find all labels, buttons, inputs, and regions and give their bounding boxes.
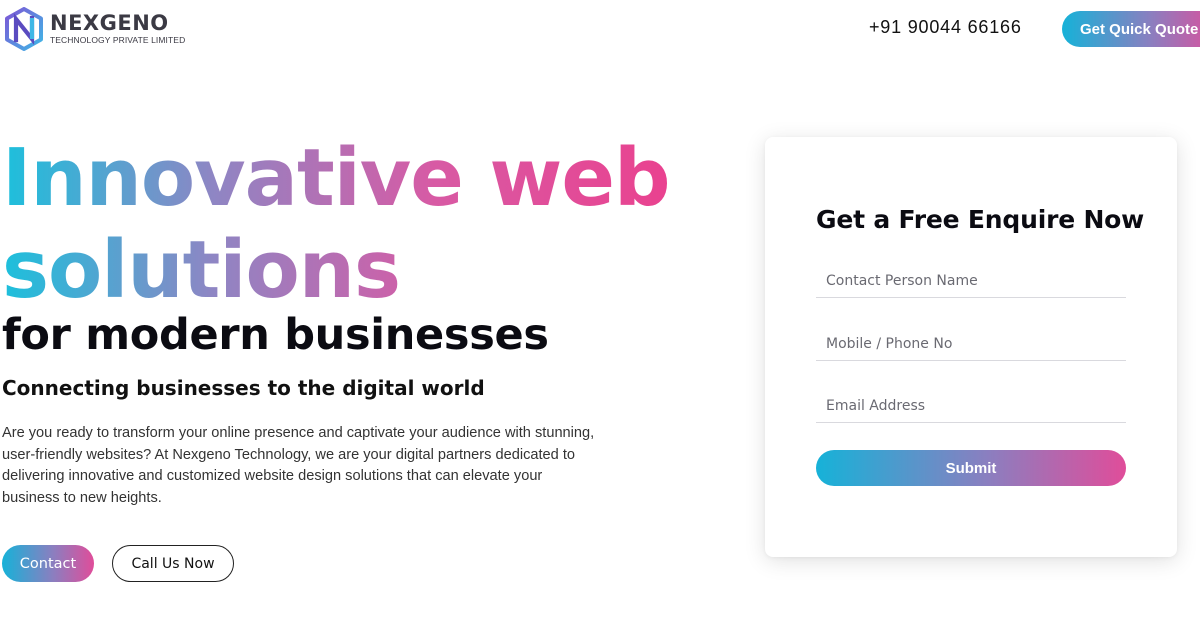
contact-button[interactable]: Contact: [2, 545, 94, 582]
phone-link[interactable]: +91 90044 66166: [869, 17, 1022, 38]
hero-title-line-2: solutions: [2, 224, 400, 316]
hero-tagline: Connecting businesses to the digital wor…: [2, 376, 485, 400]
enquiry-form-title: Get a Free Enquire Now: [816, 205, 1145, 234]
phone-input[interactable]: [816, 327, 1126, 361]
hero-title-line-1: Innovative web: [2, 132, 670, 224]
logo-text: NEXGENO TECHNOLOGY PRIVATE LIMITED: [50, 13, 185, 45]
nexgeno-n-hexagon-logo-icon: [5, 7, 43, 51]
get-quick-quote-button[interactable]: Get Quick Quote: [1062, 11, 1200, 47]
hero-subtitle: for modern businesses: [2, 310, 549, 360]
logo-name: NEXGENO: [50, 11, 169, 36]
submit-button[interactable]: Submit: [816, 450, 1126, 486]
landing-page: NEXGENO TECHNOLOGY PRIVATE LIMITED +91 9…: [0, 0, 1200, 630]
email-input[interactable]: [816, 389, 1126, 423]
hero-description: Are you ready to transform your online p…: [2, 425, 595, 506]
site-header: NEXGENO TECHNOLOGY PRIVATE LIMITED +91 9…: [0, 0, 1200, 60]
logo-subtitle: TECHNOLOGY PRIVATE LIMITED: [50, 35, 186, 46]
enquiry-form-card: Get a Free Enquire Now Submit: [765, 137, 1177, 557]
brand-logo[interactable]: NEXGENO TECHNOLOGY PRIVATE LIMITED: [4, 6, 185, 52]
call-us-now-button[interactable]: Call Us Now: [112, 545, 234, 582]
contact-name-input[interactable]: [816, 264, 1126, 298]
hero-title: Innovative web solutions: [2, 132, 702, 316]
